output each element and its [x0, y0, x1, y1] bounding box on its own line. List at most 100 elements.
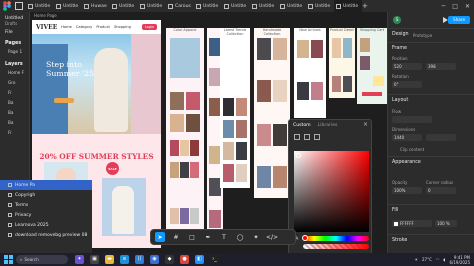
file-icon — [56, 3, 61, 9]
file-icon — [224, 3, 229, 9]
flow-options[interactable] — [392, 116, 432, 123]
store-icon[interactable]: ◧ — [195, 255, 204, 264]
tab-custom[interactable]: Custom — [293, 123, 311, 128]
layer-row[interactable]: Privacy — [0, 210, 92, 220]
tab-design[interactable]: Design — [392, 32, 409, 37]
opacity-field[interactable]: 100% — [392, 187, 422, 194]
layer-row-selected[interactable]: Home Pa — [0, 180, 92, 190]
file-tab[interactable]: Untitle — [278, 0, 306, 12]
file-tab[interactable]: Carous — [166, 0, 194, 12]
file-tab[interactable]: Untitle — [54, 0, 82, 12]
actions-tool-icon[interactable]: ✦ — [251, 232, 261, 242]
hue-slider[interactable] — [302, 235, 369, 241]
opacity-label: Opacity — [392, 180, 408, 185]
corner-radius-field[interactable]: 0 — [426, 187, 456, 194]
nav-item-shopping: Shopping — [113, 25, 131, 29]
layout-section-title: Layout — [392, 98, 409, 103]
layer-row[interactable]: Terms — [0, 200, 92, 210]
taskbar-search[interactable]: ⌕ Search — [16, 255, 68, 264]
layer-row[interactable]: Copyrigh — [0, 190, 92, 200]
file-tab[interactable]: Huwae — [82, 0, 110, 12]
sale-heading: 20% OFF SUMMER STYLES — [39, 152, 154, 161]
minimize-icon[interactable]: ─ — [442, 3, 446, 10]
file-tab[interactable]: Untitle — [250, 0, 278, 12]
edge-icon[interactable]: e — [120, 255, 129, 264]
layer-item[interactable]: Fr — [0, 130, 29, 135]
figma-logo-icon[interactable] — [2, 1, 12, 11]
terminal-icon[interactable]: ›_ — [210, 255, 219, 264]
comment-tool-icon[interactable]: ◯ — [235, 232, 245, 242]
weather-icon[interactable]: ☀ — [414, 257, 418, 262]
shape-tool-icon[interactable]: □ — [187, 232, 197, 242]
close-icon[interactable]: ✕ — [465, 3, 470, 10]
apparel-frame[interactable]: Color Apparel — [166, 28, 204, 242]
frame-title: Product Detail — [330, 28, 354, 32]
frame-tool-icon[interactable]: # — [171, 232, 181, 242]
image-fill-icon[interactable] — [314, 134, 320, 140]
layer-row[interactable]: Learnova 2025 — [0, 220, 92, 230]
file-tab-active[interactable]: Untitle — [334, 0, 362, 12]
layer-row[interactable]: download removebg preview 08 — [0, 230, 92, 240]
handmade-frame[interactable]: Handmade Collection — [254, 28, 290, 198]
share-button[interactable]: Share — [448, 16, 470, 24]
hue-knob[interactable] — [302, 235, 308, 241]
product-image — [311, 40, 323, 58]
product-image — [360, 56, 370, 70]
file-tab[interactable]: Untitle — [222, 0, 250, 12]
fill-opacity-field[interactable]: 100 % — [435, 220, 457, 227]
product-image — [190, 208, 199, 224]
file-explorer-icon[interactable]: ▬ — [105, 255, 114, 264]
frame-label[interactable]: Home Page — [34, 13, 57, 18]
text-tool-icon[interactable]: T — [219, 232, 229, 242]
file-tab[interactable]: Untitle — [26, 0, 54, 12]
saturation-value-area[interactable] — [294, 151, 369, 232]
file-tab[interactable]: Untitle — [138, 0, 166, 12]
windows-start-icon[interactable] — [4, 255, 13, 264]
close-icon[interactable]: × — [363, 121, 368, 128]
fill-color-field[interactable]: FFFFFF — [392, 220, 432, 227]
fill-swatch[interactable] — [394, 222, 398, 226]
product-image — [273, 166, 287, 188]
frame-type-label[interactable]: Frame — [392, 46, 407, 51]
file-tab[interactable]: Untitle — [110, 0, 138, 12]
height-field[interactable] — [426, 134, 456, 141]
pen-tool-icon[interactable]: ✒ — [203, 232, 213, 242]
gradient-fill-icon[interactable] — [304, 134, 310, 140]
move-tool-icon[interactable]: ➤ — [155, 232, 165, 242]
product-detail-frame[interactable]: Product Detail — [329, 28, 355, 98]
rotation-field[interactable]: 0° — [392, 81, 422, 88]
file-tab[interactable]: Untitle — [194, 0, 222, 12]
file-tab[interactable]: Untitle — [306, 0, 334, 12]
product-image — [170, 162, 179, 178]
product-image — [360, 38, 370, 52]
shopping-cart-frame[interactable]: Shopping Cart — [357, 28, 387, 104]
new-arrivals-frame[interactable]: New Arrivals — [294, 28, 326, 118]
alpha-slider[interactable] — [303, 244, 369, 249]
clock[interactable]: 9:41 PM 6/19/2025 — [449, 255, 470, 265]
photos-icon[interactable]: ◉ — [150, 255, 159, 264]
copilot-icon[interactable]: ✦ — [75, 255, 84, 264]
width-field[interactable]: 1440 — [392, 134, 422, 141]
maximize-icon[interactable]: □ — [452, 3, 458, 10]
wifi-icon[interactable]: ◠ — [436, 257, 440, 262]
tab-prototype[interactable]: Prototype — [413, 33, 432, 38]
solid-fill-icon[interactable] — [294, 134, 300, 140]
home-tab-icon[interactable] — [15, 2, 23, 10]
figma-app-icon[interactable]: ◆ — [165, 255, 174, 264]
task-view-icon[interactable]: ▣ — [90, 255, 99, 264]
volume-icon[interactable]: ◖ — [443, 257, 445, 262]
clock-date: 6/19/2025 — [449, 259, 470, 265]
y-position-field[interactable]: 398 — [426, 63, 456, 70]
vscode-icon[interactable]: ⟨⟩ — [135, 255, 144, 264]
color-knob[interactable] — [296, 153, 301, 158]
trends-frame[interactable]: Latest Trends Collection — [220, 28, 250, 188]
clip-content-checkbox[interactable]: Clip content — [400, 147, 424, 152]
file-icon — [140, 3, 145, 9]
weather-temp[interactable]: 27°C — [422, 257, 432, 262]
dev-mode-icon[interactable]: </> — [266, 232, 278, 242]
x-position-field[interactable]: 520 — [392, 63, 422, 70]
chrome-icon[interactable]: ● — [180, 255, 189, 264]
new-tab-icon[interactable]: + — [362, 2, 370, 10]
tab-libraries[interactable]: Libraries — [318, 123, 338, 128]
avatar[interactable]: S — [393, 16, 401, 24]
